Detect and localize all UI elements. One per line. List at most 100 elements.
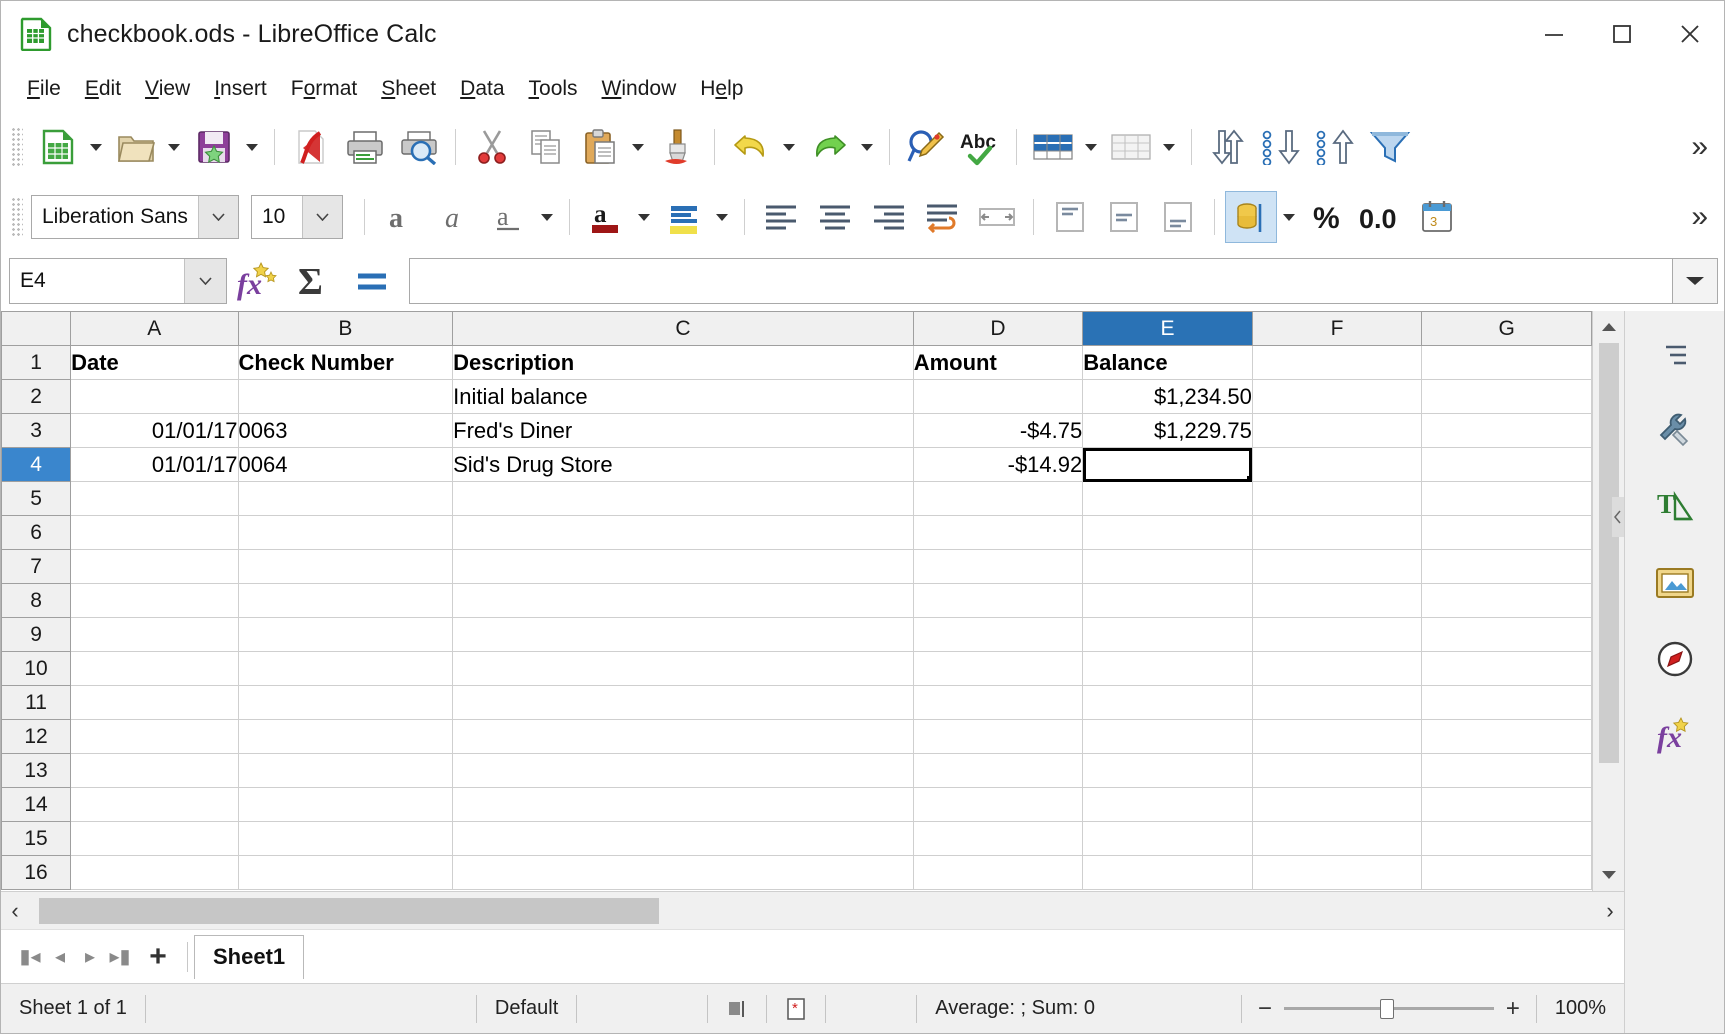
cell-E1[interactable]: Balance — [1082, 345, 1253, 380]
wrap-text-icon[interactable] — [917, 191, 969, 243]
cell-D9[interactable] — [913, 617, 1084, 652]
row-header-10[interactable]: 10 — [0, 651, 72, 686]
cell-B6[interactable] — [238, 515, 454, 550]
cell-F11[interactable] — [1252, 685, 1423, 720]
cell-B7[interactable] — [238, 549, 454, 584]
cell-E12[interactable] — [1082, 719, 1253, 754]
cell-F15[interactable] — [1252, 821, 1423, 856]
row-header-15[interactable]: 15 — [0, 821, 72, 856]
align-center-icon[interactable] — [809, 191, 861, 243]
scroll-right-button[interactable]: › — [1596, 898, 1624, 924]
number-format-icon[interactable]: 0.0 — [1357, 191, 1409, 243]
close-button[interactable] — [1656, 1, 1724, 67]
paste-icon[interactable] — [574, 121, 626, 173]
cell-F7[interactable] — [1252, 549, 1423, 584]
sidebar-hide-handle[interactable] — [1612, 497, 1624, 537]
undo-dropdown[interactable] — [778, 121, 800, 173]
cell-E3[interactable]: $1,229.75 — [1082, 413, 1253, 448]
cell-G12[interactable] — [1421, 719, 1592, 754]
cell-D14[interactable] — [913, 787, 1084, 822]
cell-B5[interactable] — [238, 481, 454, 516]
column-header-b[interactable]: B — [237, 311, 454, 346]
zoom-slider[interactable]: − + — [1242, 995, 1536, 1023]
cell-A2[interactable] — [70, 379, 239, 414]
vertical-scrollbar[interactable] — [1592, 311, 1624, 891]
minimize-button[interactable] — [1520, 1, 1588, 67]
cell-C7[interactable] — [452, 549, 914, 584]
row-header-9[interactable]: 9 — [0, 617, 72, 652]
new-document-icon[interactable] — [32, 121, 84, 173]
cell-G16[interactable] — [1421, 855, 1592, 890]
zoom-in-button[interactable]: + — [1506, 995, 1520, 1023]
align-bottom-icon[interactable] — [1152, 191, 1204, 243]
cell-G15[interactable] — [1421, 821, 1592, 856]
cell-E7[interactable] — [1082, 549, 1253, 584]
corner-select-all[interactable] — [0, 311, 72, 346]
cell-G13[interactable] — [1421, 753, 1592, 788]
cell-E9[interactable] — [1082, 617, 1253, 652]
menu-file[interactable]: File — [15, 73, 73, 105]
cell-F1[interactable] — [1252, 345, 1423, 380]
menu-insert[interactable]: Insert — [202, 73, 279, 105]
cell-D4[interactable]: -$14.92 — [913, 447, 1084, 482]
cell-F12[interactable] — [1252, 719, 1423, 754]
cell-C2[interactable]: Initial balance — [452, 379, 914, 414]
cell-D5[interactable] — [913, 481, 1084, 516]
align-center-vertical-icon[interactable] — [1098, 191, 1150, 243]
document-modified-icon[interactable]: * — [767, 994, 825, 1024]
function-wizard-icon[interactable]: fx — [227, 255, 285, 307]
export-pdf-icon[interactable] — [285, 121, 337, 173]
cell-F14[interactable] — [1252, 787, 1423, 822]
italic-icon[interactable]: a — [429, 191, 481, 243]
row-header-7[interactable]: 7 — [0, 549, 72, 584]
cell-G4[interactable] — [1421, 447, 1592, 482]
cell-A6[interactable] — [70, 515, 239, 550]
cell-A1[interactable]: Date — [70, 345, 239, 380]
row-header-14[interactable]: 14 — [0, 787, 72, 822]
underline-dropdown[interactable] — [536, 191, 558, 243]
menu-edit[interactable]: Edit — [73, 73, 133, 105]
cell-A11[interactable] — [70, 685, 239, 720]
cell-E4[interactable] — [1082, 447, 1253, 482]
zoom-slider-knob[interactable] — [1379, 999, 1394, 1019]
cell-F13[interactable] — [1252, 753, 1423, 788]
cell-C4[interactable]: Sid's Drug Store — [452, 447, 914, 482]
cell-G8[interactable] — [1421, 583, 1592, 618]
cell-A4[interactable]: 01/01/17 — [70, 447, 239, 482]
cell-E8[interactable] — [1082, 583, 1253, 618]
date-format-icon[interactable]: 3 — [1411, 191, 1463, 243]
cell-F16[interactable] — [1252, 855, 1423, 890]
cell-C1[interactable]: Description — [452, 345, 914, 380]
row-header-8[interactable]: 8 — [0, 583, 72, 618]
row-header-13[interactable]: 13 — [0, 753, 72, 788]
font-size-dropdown-arrow[interactable] — [302, 196, 342, 238]
cell-F3[interactable] — [1252, 413, 1423, 448]
name-box-dropdown[interactable] — [184, 259, 226, 303]
redo-dropdown[interactable] — [856, 121, 878, 173]
horizontal-scrollbar[interactable]: ‹ › — [1, 891, 1624, 929]
cell-C9[interactable] — [452, 617, 914, 652]
cell-D2[interactable] — [913, 379, 1084, 414]
scroll-left-button[interactable]: ‹ — [1, 898, 29, 924]
menu-data[interactable]: Data — [448, 73, 516, 105]
cell-A10[interactable] — [70, 651, 239, 686]
row-dropdown[interactable] — [1080, 121, 1102, 173]
currency-format-icon[interactable] — [1225, 191, 1277, 243]
cell-D16[interactable] — [913, 855, 1084, 890]
status-page-style[interactable]: Default — [477, 994, 576, 1024]
print-preview-icon[interactable] — [393, 121, 445, 173]
cell-D3[interactable]: -$4.75 — [913, 413, 1084, 448]
cell-A5[interactable] — [70, 481, 239, 516]
cell-B13[interactable] — [238, 753, 454, 788]
paste-dropdown[interactable] — [627, 121, 649, 173]
column-header-d[interactable]: D — [912, 311, 1084, 346]
save-icon[interactable] — [188, 121, 240, 173]
highlight-color-dropdown[interactable] — [711, 191, 733, 243]
cell-A9[interactable] — [70, 617, 239, 652]
formatting-toolbar-overflow[interactable]: » — [1683, 183, 1716, 251]
undo-icon[interactable] — [725, 121, 777, 173]
save-dropdown[interactable] — [241, 121, 263, 173]
spelling-icon[interactable]: Abc — [954, 121, 1006, 173]
cell-E2[interactable]: $1,234.50 — [1082, 379, 1253, 414]
cell-F5[interactable] — [1252, 481, 1423, 516]
